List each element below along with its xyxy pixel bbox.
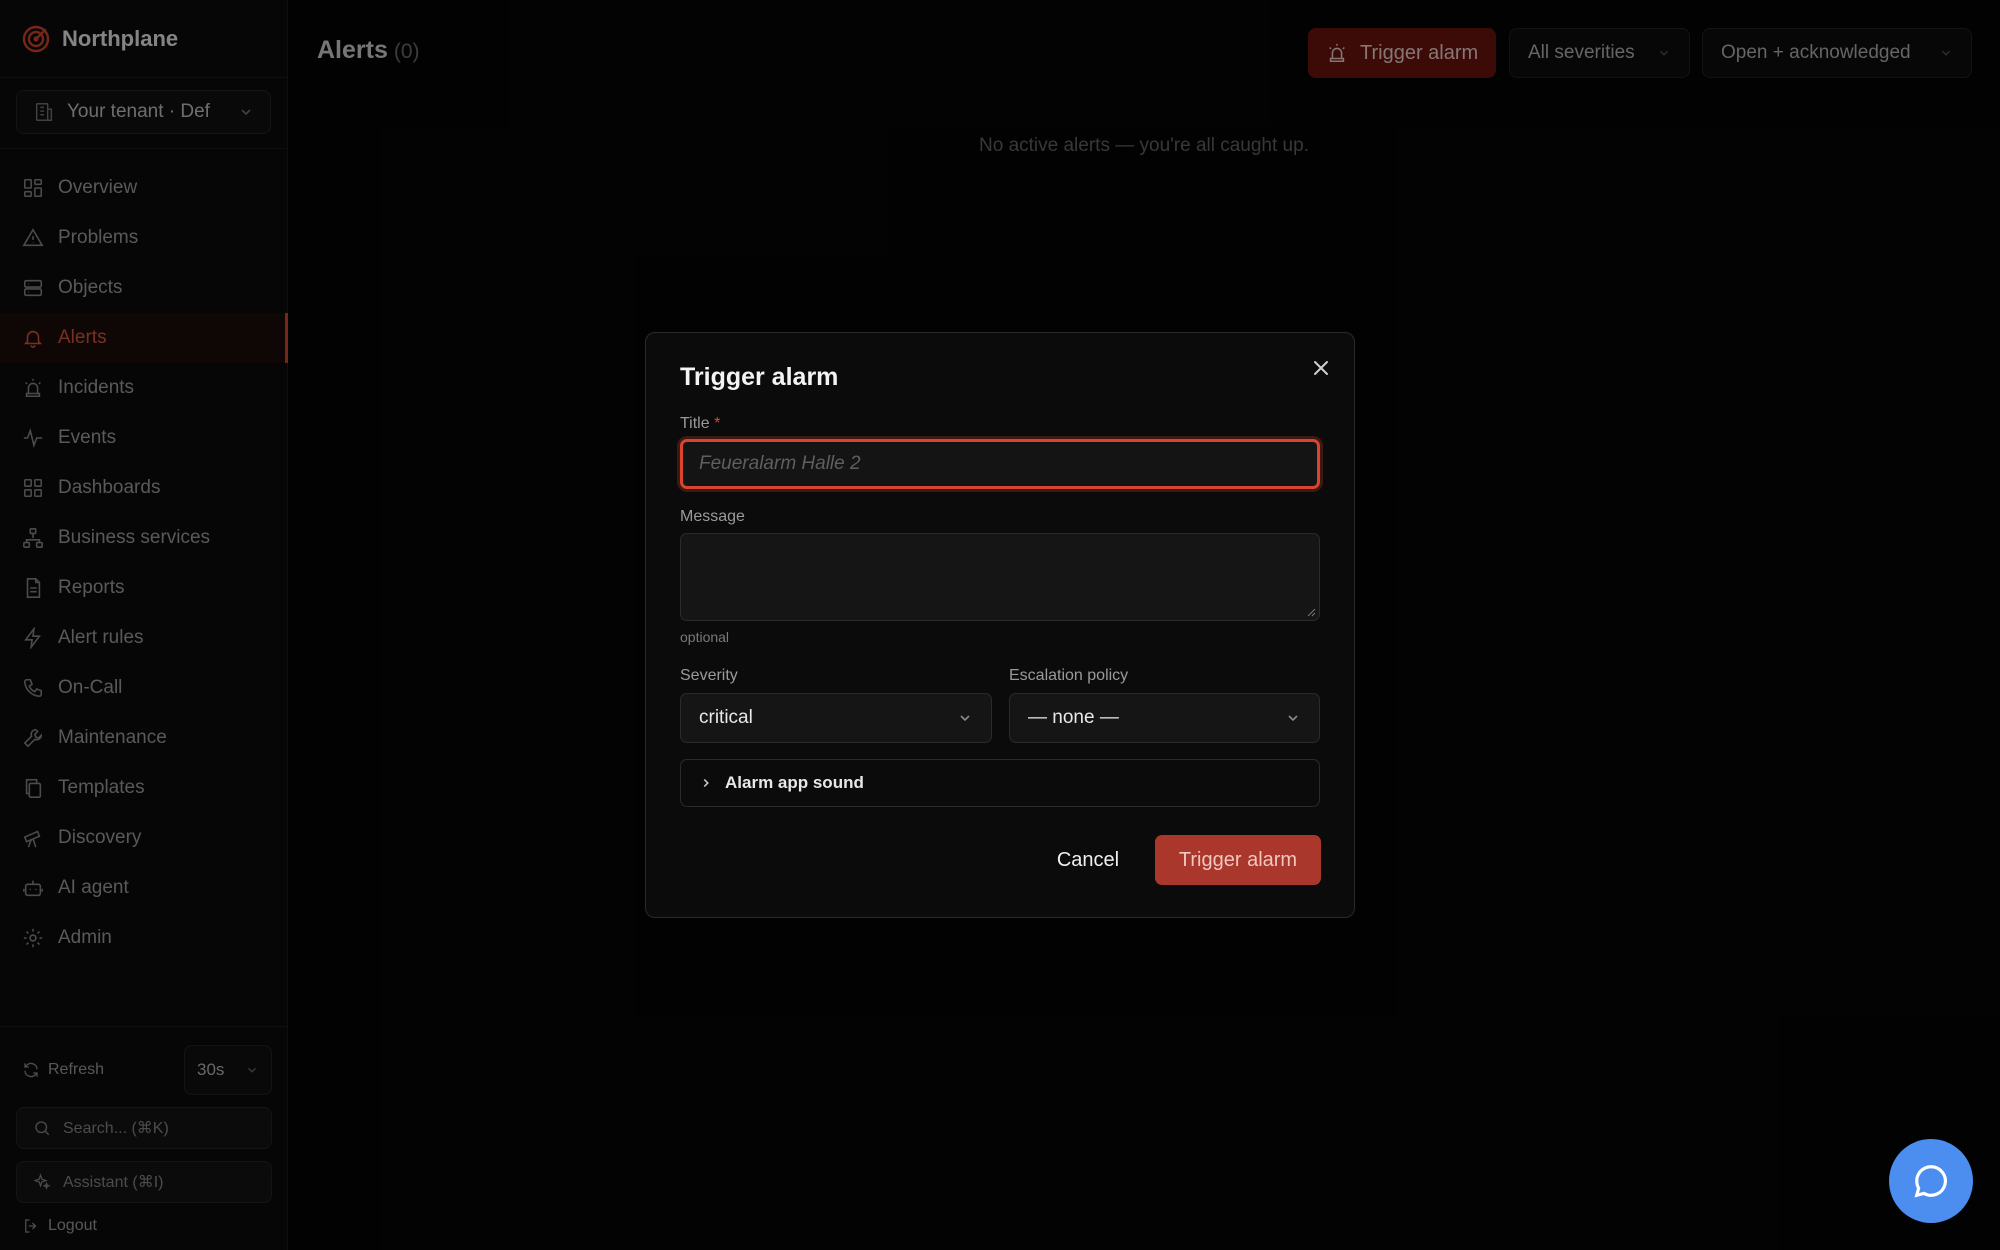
- chat-button[interactable]: [1889, 1139, 1973, 1223]
- chevron-right-icon: [703, 778, 709, 788]
- title-label-text: Title: [680, 415, 710, 432]
- severity-field-label: Severity: [680, 667, 738, 684]
- chevron-down-icon: [1288, 715, 1298, 722]
- chevron-down-icon: [960, 715, 970, 722]
- severity-select[interactable]: critical: [680, 693, 992, 743]
- title-field-label: Title *: [680, 415, 720, 433]
- escalation-value: — none —: [1028, 707, 1119, 728]
- cancel-button[interactable]: Cancel: [1042, 835, 1134, 885]
- required-mark: *: [714, 415, 721, 432]
- submit-trigger-alarm-button[interactable]: Trigger alarm: [1155, 835, 1321, 885]
- chat-bubble-icon: [1914, 1165, 1947, 1198]
- close-icon[interactable]: [1310, 357, 1332, 379]
- escalation-field-label: Escalation policy: [1009, 667, 1129, 684]
- alarm-sound-accordion[interactable]: Alarm app sound: [680, 759, 1320, 807]
- severity-value: critical: [699, 707, 753, 728]
- message-field-label: Message: [680, 508, 745, 525]
- title-placeholder: Feueralarm Halle 2: [699, 453, 861, 474]
- dialog-title: Trigger alarm: [680, 363, 839, 391]
- message-hint: optional: [680, 629, 730, 645]
- message-textarea[interactable]: [680, 533, 1320, 621]
- alarm-sound-label: Alarm app sound: [725, 773, 864, 792]
- trigger-alarm-dialog: Trigger alarm Title * Feueralarm Halle 2…: [645, 332, 1355, 918]
- escalation-policy-select[interactable]: — none —: [1009, 693, 1320, 743]
- resize-grip-icon[interactable]: [1306, 607, 1316, 617]
- title-input[interactable]: Feueralarm Halle 2: [680, 439, 1320, 489]
